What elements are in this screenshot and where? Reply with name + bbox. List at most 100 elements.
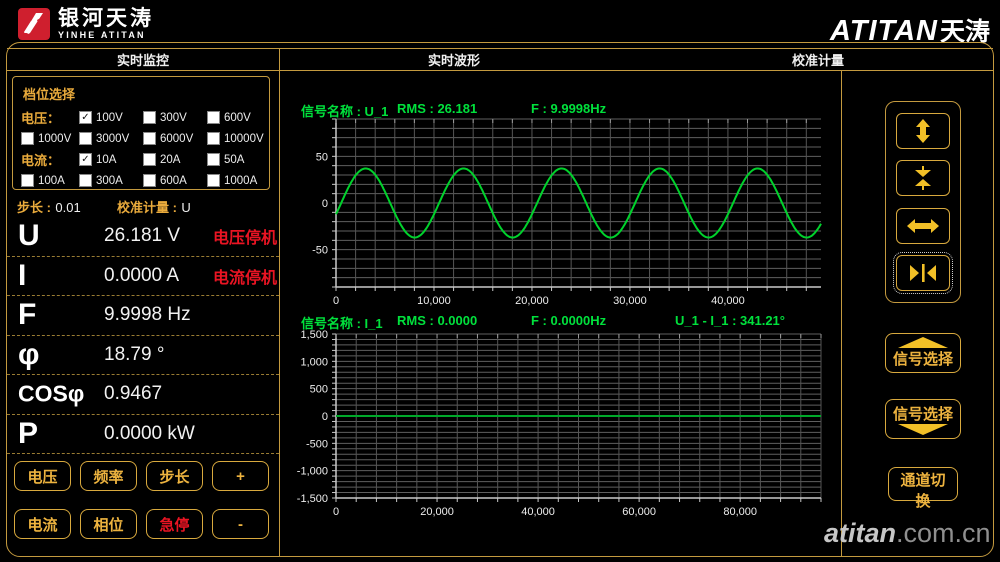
checkbox-label-300V: 300V: [160, 112, 187, 124]
measurement-row-P: P0.0000 kW: [7, 415, 279, 455]
control-button-相位[interactable]: 相位: [80, 509, 137, 539]
expand-vertical-button[interactable]: [896, 113, 950, 149]
monitor-panel: 档位选择 电压：✓100V300V600V1000V3000V6000V1000…: [7, 70, 280, 556]
svg-text:40,000: 40,000: [711, 295, 745, 307]
site-watermark: atitan.com.cn: [824, 518, 991, 549]
control-button-急停[interactable]: 急停: [146, 509, 203, 539]
control-button-电流[interactable]: 电流: [14, 509, 71, 539]
svg-text:1,500: 1,500: [300, 329, 328, 341]
checkbox-100V[interactable]: ✓100V: [79, 111, 143, 124]
panel-title-monitor: 实时监控: [7, 49, 280, 70]
collapse-horizontal-button[interactable]: [896, 255, 950, 291]
expand-horizontal-button[interactable]: [896, 208, 950, 244]
svg-text:30,000: 30,000: [613, 295, 647, 307]
checkbox-label-600A: 600A: [160, 175, 187, 187]
measurement-value: 26.181 V: [104, 225, 180, 247]
header-bar: 实时监控 实时波形 校准计量: [7, 48, 993, 71]
checkbox-300A[interactable]: 300A: [79, 174, 143, 187]
measurement-value: 0.0000 kW: [104, 423, 195, 445]
range-select-grid: 电压：✓100V300V600V1000V3000V6000V10000V电流：…: [21, 107, 273, 191]
svg-text:0: 0: [322, 411, 328, 423]
signal-select-down-label: 信号选择: [893, 403, 953, 424]
checkbox-300V[interactable]: 300V: [143, 111, 207, 124]
checkbox-600V[interactable]: 600V: [207, 111, 273, 124]
calibration-panel: 信号选择 信号选择 通道切换: [841, 70, 993, 556]
svg-text:500: 500: [310, 384, 328, 396]
control-button-步长[interactable]: 步长: [146, 461, 203, 491]
checkbox-label-10A: 10A: [96, 154, 116, 166]
panel-title-waveform: 实时波形: [404, 49, 504, 70]
checkbox-box-6000V: [143, 132, 156, 145]
channel-switch-button[interactable]: 通道切换: [888, 467, 958, 501]
checkbox-label-300A: 300A: [96, 175, 123, 187]
brand-subtitle: YINHE ATITAN: [58, 30, 154, 41]
measurement-value: 0.0000 A: [104, 265, 179, 287]
current-label: 电流：: [21, 150, 79, 169]
svg-text:40,000: 40,000: [521, 506, 555, 518]
checkbox-100A[interactable]: 100A: [21, 174, 79, 187]
waveform-i-plot: 1,5001,0005000-500-1,000-1,500020,00040,…: [286, 328, 826, 522]
collapse-vertical-button[interactable]: [896, 160, 950, 196]
control-button-频率[interactable]: 频率: [80, 461, 137, 491]
checkbox-10A[interactable]: ✓ 10A: [79, 153, 143, 166]
measurement-value: 0.9467: [104, 383, 162, 405]
svg-text:-50: -50: [312, 245, 328, 257]
checkbox-label-10000V: 10000V: [224, 133, 264, 145]
alarm-text: 电压停机: [213, 224, 277, 248]
checkbox-box-300V: [143, 111, 156, 124]
checkbox-1000V[interactable]: 1000V: [21, 132, 79, 145]
svg-text:-500: -500: [306, 438, 328, 450]
control-button-+[interactable]: +: [212, 461, 269, 491]
svg-text:20,000: 20,000: [515, 295, 549, 307]
control-button-电压[interactable]: 电压: [14, 461, 71, 491]
waveform-panel: 信号名称 : U_1RMS : 26.181F : 9.9998Hz 500-5…: [279, 70, 842, 556]
signal-select-up-button[interactable]: 信号选择: [885, 333, 961, 373]
collapse-vertical-icon: [906, 166, 940, 190]
checkbox-box-10A: ✓: [79, 153, 92, 166]
brand-title: 银河天涛: [58, 8, 154, 30]
brand-logo: 银河天涛 YINHE ATITAN: [17, 7, 154, 41]
checkbox-600A[interactable]: 600A: [143, 174, 207, 187]
status-row: 步长 : 0.01 校准计量 : U: [17, 197, 269, 215]
signal-select-down-button[interactable]: 信号选择: [885, 399, 961, 439]
svg-text:1,000: 1,000: [300, 356, 328, 368]
checkbox-20A[interactable]: 20A: [143, 153, 207, 166]
svg-text:60,000: 60,000: [622, 506, 656, 518]
collapse-horizontal-icon: [906, 261, 940, 285]
panel-title-calibration: 校准计量: [768, 49, 868, 70]
checkbox-6000V[interactable]: 6000V: [143, 132, 207, 145]
measurement-row-I: I0.0000 A电流停机: [7, 257, 279, 297]
measurement-symbol: φ: [18, 338, 39, 372]
checkbox-box-20A: [143, 153, 156, 166]
svg-text:10,000: 10,000: [417, 295, 451, 307]
measurement-symbol: F: [18, 298, 36, 332]
checkbox-label-100A: 100A: [38, 175, 65, 187]
checkbox-label-50A: 50A: [224, 154, 244, 166]
watermark-rest: .com.cn: [896, 518, 991, 548]
alarm-text: 电流停机: [213, 264, 277, 288]
checkbox-1000A[interactable]: 1000A: [207, 174, 273, 187]
checkbox-label-3000V: 3000V: [96, 133, 129, 145]
main-frame: 实时监控 实时波形 校准计量 档位选择 电压：✓100V300V600V1000…: [6, 42, 994, 557]
checkbox-label-1000V: 1000V: [38, 133, 71, 145]
checkbox-label-100V: 100V: [96, 112, 123, 124]
step-label: 步长 :: [17, 200, 51, 215]
measurement-row-U: U26.181 V电压停机: [7, 217, 279, 257]
brand-mark-icon: [17, 7, 51, 41]
checkbox-50A[interactable]: 50A: [207, 153, 273, 166]
checkbox-box-10000V: [207, 132, 220, 145]
checkbox-box-1000V: [21, 132, 34, 145]
checkbox-3000V[interactable]: 3000V: [79, 132, 143, 145]
watermark-bold: atitan: [824, 518, 896, 548]
step-value: 0.01: [55, 200, 80, 215]
checkbox-label-6000V: 6000V: [160, 133, 193, 145]
checkbox-10000V[interactable]: 10000V: [207, 132, 273, 145]
measurement-row-φ: φ18.79 °: [7, 336, 279, 376]
svg-text:0: 0: [322, 198, 328, 210]
checkbox-box-50A: [207, 153, 220, 166]
voltage-label: 电压：: [21, 108, 79, 127]
control-button--[interactable]: -: [212, 509, 269, 539]
checkbox-box-100A: [21, 174, 34, 187]
chart-info-item: RMS : 0.0000: [397, 313, 477, 328]
cal-target-label: 校准计量 :: [117, 200, 177, 215]
